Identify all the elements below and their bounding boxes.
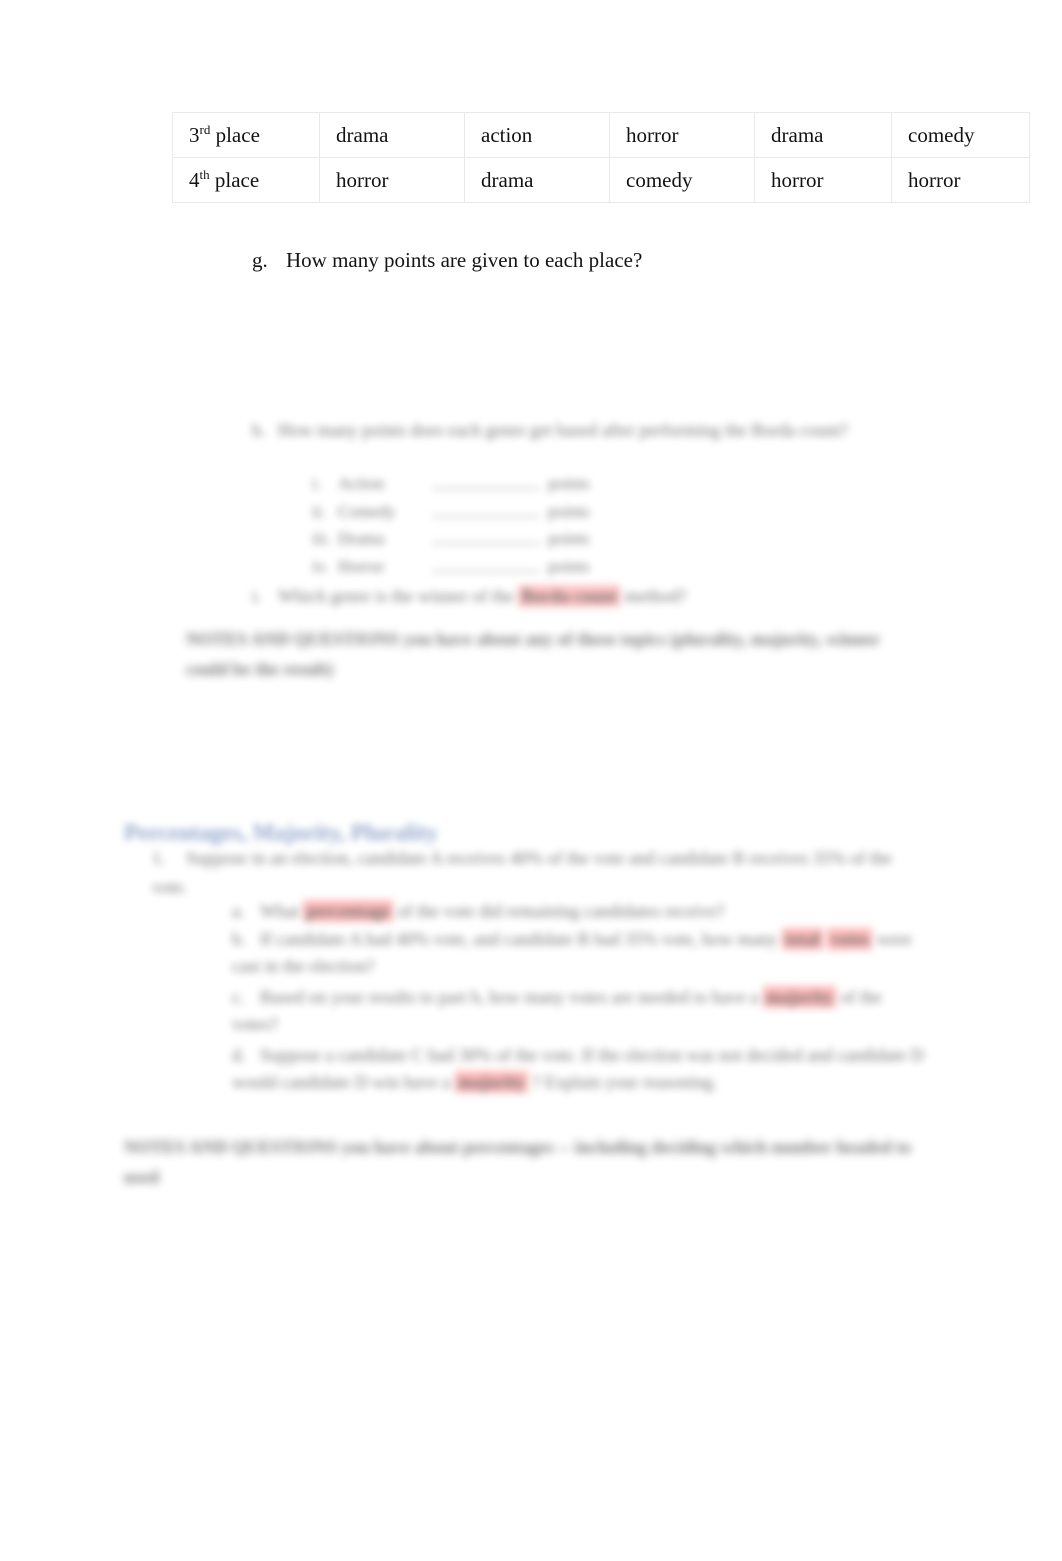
table-cell: comedy <box>891 112 1030 158</box>
sub-question-a-after: of the vote did remaining candidates rec… <box>397 901 725 921</box>
table-cell: horror <box>609 112 755 158</box>
sub-question-a-body: What percentage of the vote did remainin… <box>260 900 724 922</box>
answer-blank[interactable] <box>432 472 540 489</box>
sub-question-c-body: Based on your results to part b, how man… <box>232 986 882 1034</box>
sub-question-b-marker: b. <box>232 929 246 949</box>
table-cell: horror <box>754 157 892 203</box>
sub-question-c-before: Based on your results to part b, how man… <box>260 987 759 1007</box>
list-item-unit: points <box>548 556 590 576</box>
question-h: h. How many points does each genre get ba… <box>252 416 912 445</box>
question-i-text-after: method? <box>624 586 687 606</box>
sub-question-b-body: If candidate A had 40% vote, and candida… <box>232 928 912 976</box>
list-item-marker: iii. <box>312 529 331 548</box>
list-item-marker: i. <box>312 474 321 493</box>
highlighted-term-percentage: percentage <box>303 900 394 922</box>
list-item: ii. Comedy points <box>312 498 642 526</box>
table-cell: drama <box>754 112 892 158</box>
highlighted-term-borda-count: Borda count <box>518 585 620 607</box>
list-item: iv. Horror points <box>312 553 642 581</box>
table-cell: horror <box>319 157 465 203</box>
place-word: place <box>215 123 260 147</box>
sub-question-a: a. What percentage of the vote did remain… <box>232 898 929 925</box>
table-cell: drama <box>319 112 465 158</box>
table-cell-place: 4th place <box>172 157 320 203</box>
question-h-marker: h. <box>252 420 266 440</box>
table-cell-place: 3rd place <box>172 112 320 158</box>
sub-question-list: a. What percentage of the vote did remain… <box>232 898 929 1097</box>
place-suffix: th <box>199 167 210 182</box>
genre-ranking-table: 3rd place drama action horror drama come… <box>172 112 1030 203</box>
numbered-item-1-text: Suppose in an election, candidate A rece… <box>152 848 892 897</box>
list-item-marker: iv. <box>312 556 329 576</box>
highlighted-term-majority: majority <box>762 986 836 1008</box>
numbered-item-1-marker: 1. <box>152 848 166 868</box>
question-i: i. Which genre is the winner of the Borda… <box>252 583 912 610</box>
notes-paragraph-1: NOTES AND QUESTIONS you have about any o… <box>186 629 880 679</box>
list-item-label: Action <box>338 474 385 493</box>
answer-blank[interactable] <box>432 555 540 572</box>
list-item: i. Action points <box>312 470 642 498</box>
list-item-unit: points <box>548 474 590 493</box>
question-g: g. How many points are given to each plac… <box>252 246 642 274</box>
list-item: iii. Drama points <box>312 525 642 553</box>
sub-question-d-body: Suppose a candidate C had 30% of the vot… <box>232 1045 924 1093</box>
table-cell: comedy <box>609 157 755 203</box>
place-word: place <box>214 168 260 192</box>
list-item-label: Horror <box>338 556 385 576</box>
sub-question-b-before: If candidate A had 40% vote, and candida… <box>260 929 778 949</box>
place-number: 4 <box>189 168 200 192</box>
list-item-label: Comedy <box>338 501 396 521</box>
sub-question-c: c. Based on your results to part b, how m… <box>232 984 929 1038</box>
sub-question-d-marker: d. <box>232 1045 246 1065</box>
list-item-label: Drama <box>338 529 385 548</box>
sub-question-d-after: ? Explain your reasoning. <box>532 1072 718 1092</box>
sub-question-a-before: What <box>260 901 299 921</box>
answer-blank[interactable] <box>432 500 540 517</box>
sub-question-a-marker: a. <box>232 901 245 921</box>
table-row: 3rd place drama action horror drama come… <box>172 112 1030 158</box>
table-cell: action <box>464 112 610 158</box>
table-body: 3rd place drama action horror drama come… <box>172 112 1030 203</box>
question-g-marker: g. <box>252 248 268 272</box>
table-row: 4th place horror drama comedy horror hor… <box>172 157 1030 203</box>
document-page: 3rd place drama action horror drama come… <box>0 0 1062 1561</box>
question-h-text: How many points does each genre get base… <box>278 420 848 440</box>
list-item-unit: points <box>548 501 590 521</box>
list-item-marker: ii. <box>312 501 326 521</box>
points-answer-list: i. Action points ii. Comedy points iii. … <box>312 470 642 580</box>
highlighted-term-majority-2: majority <box>454 1071 528 1093</box>
place-suffix: rd <box>199 122 211 137</box>
notes-paragraph-2: NOTES AND QUESTIONS you have about perce… <box>124 1137 911 1187</box>
question-g-text: How many points are given to each place? <box>286 248 643 272</box>
sub-question-d: d. Suppose a candidate C had 30% of the v… <box>232 1042 929 1096</box>
list-item-unit: points <box>548 529 590 548</box>
question-i-marker: i. <box>252 586 262 606</box>
highlighted-term-total: total <box>781 928 823 950</box>
answer-blank[interactable] <box>432 527 540 544</box>
highlighted-term-votes: votes <box>827 928 873 950</box>
sub-question-c-marker: c. <box>232 987 245 1007</box>
numbered-item-1: 1. Suppose in an election, candidate A re… <box>152 844 922 902</box>
place-number: 3 <box>189 123 200 147</box>
question-i-text-before: Which genre is the winner of the <box>278 586 514 606</box>
sub-question-b: b. If candidate A had 40% vote, and candi… <box>232 926 929 980</box>
section-heading-percentages-majority-plurality: Percentages, Majority, Plurality <box>124 820 438 845</box>
table-cell: horror <box>891 157 1030 203</box>
table-cell: drama <box>464 157 610 203</box>
